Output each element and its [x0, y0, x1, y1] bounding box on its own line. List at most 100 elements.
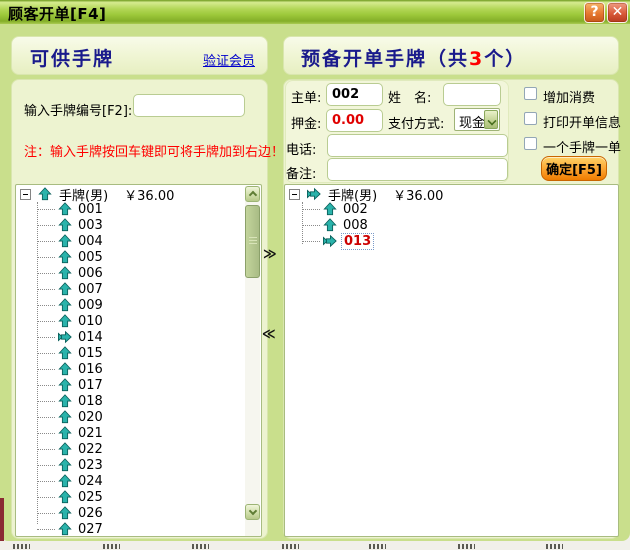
arrow-right-icon: [322, 234, 338, 248]
one-tag-one-order-label: 一个手牌一单: [543, 137, 621, 156]
main-order-input[interactable]: [326, 83, 383, 106]
arrow-right-icon: [57, 330, 73, 344]
tag-item[interactable]: 022: [16, 441, 261, 457]
scroll-up-button[interactable]: [245, 186, 260, 202]
tag-item[interactable]: 003: [16, 217, 261, 233]
tag-item[interactable]: 008: [285, 217, 618, 233]
arrow-up-icon: [57, 202, 73, 216]
prepared-tags-title: 预备开单手牌（共3个）: [301, 44, 526, 71]
payment-method-value: 现金: [459, 112, 485, 131]
available-tags-title: 可供手牌: [30, 44, 114, 71]
tag-item[interactable]: 009: [16, 297, 261, 313]
input-note: 注：输入手牌按回车键即可将手牌加到右边！: [24, 141, 284, 160]
tag-item[interactable]: 026: [16, 505, 261, 521]
tag-item-selected[interactable]: 013: [285, 233, 618, 249]
name-label: 姓 名:: [388, 87, 431, 106]
prepared-tags-header: 预备开单手牌（共3个）: [283, 36, 619, 75]
window-title: 顾客开单[F4]: [8, 3, 106, 24]
add-consumption-checkbox[interactable]: [524, 87, 537, 100]
tree-scrollbar[interactable]: [245, 186, 260, 536]
background-strip: [0, 541, 630, 550]
customer-billing-window: 顾客开单[F4] ? ✕ 可供手牌 验证会员 输入手牌编号[F2]: 注：输入手…: [0, 0, 630, 541]
arrow-up-icon: [57, 298, 73, 312]
chevron-down-icon: [249, 507, 257, 515]
arrow-up-icon: [57, 250, 73, 264]
chevron-up-icon: [249, 191, 257, 199]
arrow-up-icon: [322, 218, 338, 232]
tag-item[interactable]: 025: [16, 489, 261, 505]
arrow-right-icon: [306, 187, 322, 201]
tag-item[interactable]: 023: [16, 457, 261, 473]
tag-count: 3: [469, 48, 484, 70]
tag-item[interactable]: 002: [285, 201, 618, 217]
arrow-up-icon: [57, 218, 73, 232]
move-right-button[interactable]: ≫: [263, 248, 277, 262]
arrow-up-icon: [57, 426, 73, 440]
tag-item[interactable]: 005: [16, 249, 261, 265]
arrow-up-icon: [57, 314, 73, 328]
close-icon: ✕: [612, 4, 624, 20]
title-bar: 顾客开单[F4] ? ✕: [0, 0, 630, 24]
tree-root-male-tags[interactable]: 手牌(男) ￥36.00: [285, 185, 618, 201]
tag-item[interactable]: 006: [16, 265, 261, 281]
arrow-up-icon: [57, 346, 73, 360]
payment-method-label: 支付方式:: [388, 113, 444, 132]
name-input[interactable]: [443, 83, 501, 106]
tag-item[interactable]: 024: [16, 473, 261, 489]
arrow-up-icon: [57, 442, 73, 456]
question-icon: ?: [590, 4, 598, 20]
print-billing-info-checkbox[interactable]: [524, 112, 537, 125]
confirm-button[interactable]: 确定[F5]: [541, 156, 607, 181]
tag-item[interactable]: 021: [16, 425, 261, 441]
tag-item[interactable]: 017: [16, 377, 261, 393]
available-tags-tree: 手牌(男) ￥36.00 001 003 004 005 006 007 009…: [15, 184, 262, 537]
collapse-icon[interactable]: [289, 189, 300, 200]
collapse-icon[interactable]: [20, 189, 31, 200]
tag-item[interactable]: 018: [16, 393, 261, 409]
tag-item[interactable]: 010: [16, 313, 261, 329]
close-button[interactable]: ✕: [607, 2, 628, 23]
tag-item[interactable]: 007: [16, 281, 261, 297]
arrow-up-icon: [57, 410, 73, 424]
arrow-up-icon: [57, 522, 73, 536]
main-order-label: 主单:: [291, 87, 321, 106]
one-tag-one-order-checkbox[interactable]: [524, 137, 537, 150]
payment-method-select[interactable]: 现金: [454, 108, 500, 131]
arrow-up-icon: [57, 362, 73, 376]
tag-item[interactable]: 020: [16, 409, 261, 425]
tag-item[interactable]: 016: [16, 361, 261, 377]
arrow-up-icon: [57, 506, 73, 520]
tag-item-current[interactable]: 014: [16, 329, 261, 345]
scroll-down-button[interactable]: [245, 504, 260, 520]
remark-label: 备注:: [286, 163, 316, 182]
arrow-up-icon: [57, 458, 73, 472]
tag-input-label: 输入手牌编号[F2]:: [24, 100, 132, 119]
tag-number-input[interactable]: [133, 94, 245, 117]
phone-input[interactable]: [327, 134, 508, 157]
tag-item[interactable]: 015: [16, 345, 261, 361]
tag-item[interactable]: 001: [16, 201, 261, 217]
arrow-up-icon: [57, 490, 73, 504]
arrow-up-icon: [57, 266, 73, 280]
available-tags-header: 可供手牌 验证会员: [11, 36, 268, 75]
move-left-button[interactable]: ≪: [262, 328, 276, 342]
arrow-up-icon: [322, 202, 338, 216]
deposit-input[interactable]: [326, 109, 383, 132]
tag-item[interactable]: 027: [16, 521, 261, 537]
tree-root-male-tags[interactable]: 手牌(男) ￥36.00: [16, 185, 261, 201]
phone-label: 电话:: [286, 139, 316, 158]
arrow-up-icon: [57, 394, 73, 408]
verify-member-link[interactable]: 验证会员: [203, 50, 255, 69]
print-billing-info-label: 打印开单信息: [543, 112, 621, 131]
arrow-up-icon: [57, 234, 73, 248]
arrow-up-icon: [57, 378, 73, 392]
background-sliver: [0, 498, 4, 542]
deposit-label: 押金:: [291, 113, 321, 132]
arrow-up-icon: [57, 474, 73, 488]
arrow-up-icon: [57, 282, 73, 296]
dropdown-arrow-icon[interactable]: [484, 110, 498, 129]
remark-input[interactable]: [327, 158, 508, 181]
tag-item[interactable]: 004: [16, 233, 261, 249]
scrollbar-thumb[interactable]: [245, 205, 260, 278]
help-button[interactable]: ?: [584, 2, 605, 23]
